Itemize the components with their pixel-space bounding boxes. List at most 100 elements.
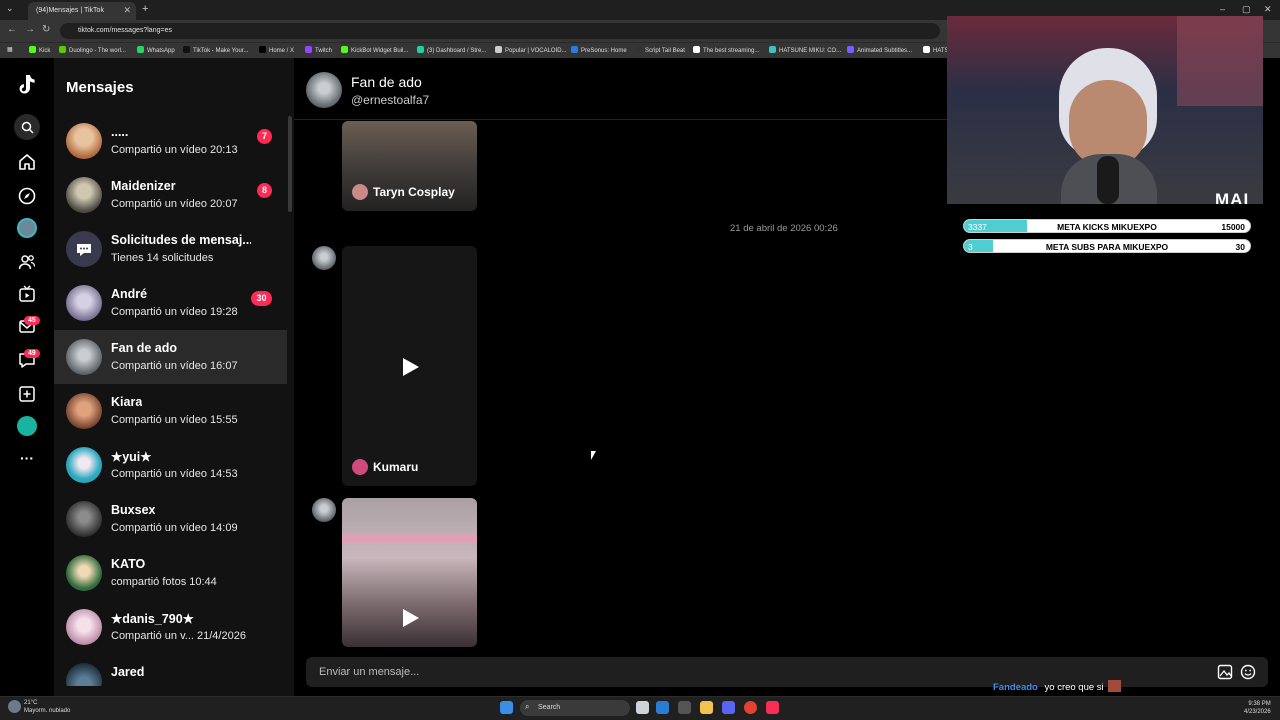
goal-label: META SUBS PARA MIKUEXPO <box>1045 242 1169 252</box>
taskbar-search-label: Search <box>538 704 561 711</box>
bookmark-8[interactable]: Popular | VOCALOID... <box>495 46 567 54</box>
music-icon[interactable] <box>766 701 779 714</box>
conversation-item[interactable]: ★yui★ Compartió un vídeo 14:53 <box>54 438 287 492</box>
conversation-item[interactable]: KATO compartió fotos 10:44 <box>54 546 287 600</box>
bookmark-1[interactable]: Duolingo - The worl... <box>59 46 126 54</box>
bookmark-7[interactable]: (3) Dashboard / Stre... <box>417 46 486 54</box>
bookmark-favicon-icon <box>769 46 776 53</box>
more-icon[interactable]: ··· <box>17 448 37 468</box>
bookmark-favicon-icon <box>29 46 36 53</box>
chat-contact-name[interactable]: Fan de ado <box>351 74 422 90</box>
conversation-item[interactable]: Maidenizer Compartió un vídeo 20:07 8 <box>54 168 287 222</box>
avatar <box>66 501 102 537</box>
conversation-item[interactable]: ★danis_790★ Compartió un v... 21/4/2026 <box>54 600 287 654</box>
browser-tab[interactable]: (94)Mensajes | TikTok ✕ <box>28 2 136 20</box>
search-icon[interactable] <box>14 114 40 140</box>
bookmark-5[interactable]: Twitch <box>305 46 332 54</box>
conversation-item[interactable]: ..... Compartió un vídeo 20:13 7 <box>54 114 287 168</box>
shared-video-card[interactable]: Kumaru <box>342 246 477 486</box>
bookmark-favicon-icon <box>635 46 642 53</box>
play-icon[interactable] <box>402 357 420 382</box>
bookmark-favicon-icon <box>59 46 66 53</box>
new-tab-button[interactable]: + <box>142 3 148 15</box>
list-scrollbar[interactable] <box>288 116 292 212</box>
message-input[interactable] <box>306 657 1268 687</box>
taskbar-search[interactable]: Search <box>520 700 630 716</box>
minimize-icon[interactable]: – <box>1220 4 1225 14</box>
message-requests-item[interactable]: Solicitudes de mensaj... Tienes 14 solic… <box>54 222 287 276</box>
goal-target: 30 <box>1235 242 1245 252</box>
conversation-item[interactable]: Kiara Compartió un vídeo 15:55 <box>54 384 287 438</box>
bookmark-favicon-icon <box>417 46 424 53</box>
bookmark-9[interactable]: PreSonus: Home <box>571 46 627 54</box>
coins-icon[interactable] <box>17 416 37 436</box>
conversation-item[interactable]: Jared <box>54 654 287 686</box>
conversation-name: Jared <box>111 665 145 679</box>
maximize-icon[interactable]: ▢ <box>1242 4 1251 15</box>
url-input[interactable]: tiktok.com/messages?lang=es <box>60 23 940 39</box>
unread-badge: 30 <box>251 291 272 306</box>
discord-icon[interactable] <box>722 701 735 714</box>
conversation-name: ★yui★ <box>111 450 152 464</box>
following-icon[interactable] <box>17 252 37 272</box>
conversation-preview: compartió fotos 10:44 <box>111 576 217 588</box>
tab-search-icon[interactable]: ⌄ <box>6 3 14 14</box>
shared-video-card[interactable]: Taryn Cosplay <box>342 121 477 211</box>
start-icon[interactable] <box>500 701 513 714</box>
avatar <box>66 123 102 159</box>
bookmark-4[interactable]: Home / X <box>259 46 294 54</box>
weather-widget[interactable]: 21°C Mayorm. nublado <box>24 699 70 715</box>
file-explorer-icon[interactable] <box>700 701 713 714</box>
image-upload-icon[interactable] <box>1217 664 1233 685</box>
bookmark-11[interactable]: The best streaming... <box>693 46 759 54</box>
chrome-icon[interactable] <box>744 701 757 714</box>
bookmark-13[interactable]: Animated Subtitles... <box>847 46 912 54</box>
messages-title: Mensajes <box>66 79 134 96</box>
shared-video-card[interactable] <box>342 498 477 647</box>
play-icon[interactable] <box>402 608 420 633</box>
reload-icon[interactable]: ↻ <box>42 24 50 35</box>
close-window-icon[interactable]: ✕ <box>1264 4 1272 15</box>
conversation-item-active[interactable]: Fan de ado Compartió un vídeo 16:07 <box>54 330 287 384</box>
forward-icon[interactable]: → <box>25 24 35 35</box>
task-view-icon[interactable] <box>636 701 649 714</box>
bookmark-10[interactable]: Script Tail Beat <box>635 46 685 54</box>
avatar <box>66 177 102 213</box>
edge-icon[interactable] <box>656 701 669 714</box>
bookmark-3[interactable]: TikTok - Make Your... <box>183 46 248 54</box>
bookmark-12[interactable]: HATSUNE MIKU: CO... <box>769 46 841 54</box>
bookmark-favicon-icon <box>305 46 312 53</box>
bookmark-favicon-icon <box>571 46 578 53</box>
goal-target: 15000 <box>1221 222 1245 232</box>
emoji-icon[interactable] <box>1240 664 1256 685</box>
taskbar-search-icon: ⌕ <box>525 702 530 711</box>
back-icon[interactable]: ← <box>7 24 17 35</box>
chat-avatar[interactable] <box>306 72 342 108</box>
weather-icon[interactable] <box>8 700 21 713</box>
home-icon[interactable] <box>17 152 37 172</box>
bookmark-14[interactable]: HATS <box>923 46 949 54</box>
upload-icon[interactable] <box>17 384 37 404</box>
bookmark-2[interactable]: WhatsApp <box>137 46 175 54</box>
chat-contact-handle[interactable]: @ernestoalfa7 <box>351 93 429 107</box>
profile-avatar-icon[interactable] <box>17 218 37 238</box>
conversation-preview: Compartió un vídeo 20:07 <box>111 198 238 210</box>
conversation-preview: Compartió un vídeo 14:53 <box>111 468 238 480</box>
video-author: Kumaru <box>352 459 418 475</box>
tab-title: (94)Mensajes | TikTok <box>36 7 104 14</box>
apps-icon[interactable]: ▦ <box>7 46 13 53</box>
author-avatar-icon <box>352 459 368 475</box>
taskbar-clock[interactable]: 9:38 PM 4/23/2026 <box>1244 700 1271 716</box>
explore-icon[interactable] <box>17 186 37 206</box>
clock-time: 9:38 PM <box>1248 701 1271 707</box>
live-icon[interactable] <box>17 284 37 304</box>
tiktok-logo-icon[interactable] <box>17 75 37 95</box>
weather-temp: 21°C <box>24 700 38 706</box>
settings-icon[interactable] <box>678 701 691 714</box>
bookmark-0[interactable]: Kick <box>29 46 50 54</box>
conversation-item[interactable]: André Compartió un vídeo 19:28 30 <box>54 276 287 330</box>
bookmark-6[interactable]: KickBot Widget Buil... <box>341 46 408 54</box>
bookmark-favicon-icon <box>923 46 930 53</box>
tab-close-icon[interactable]: ✕ <box>123 5 131 16</box>
conversation-item[interactable]: Buxsex Compartió un vídeo 14:09 <box>54 492 287 546</box>
